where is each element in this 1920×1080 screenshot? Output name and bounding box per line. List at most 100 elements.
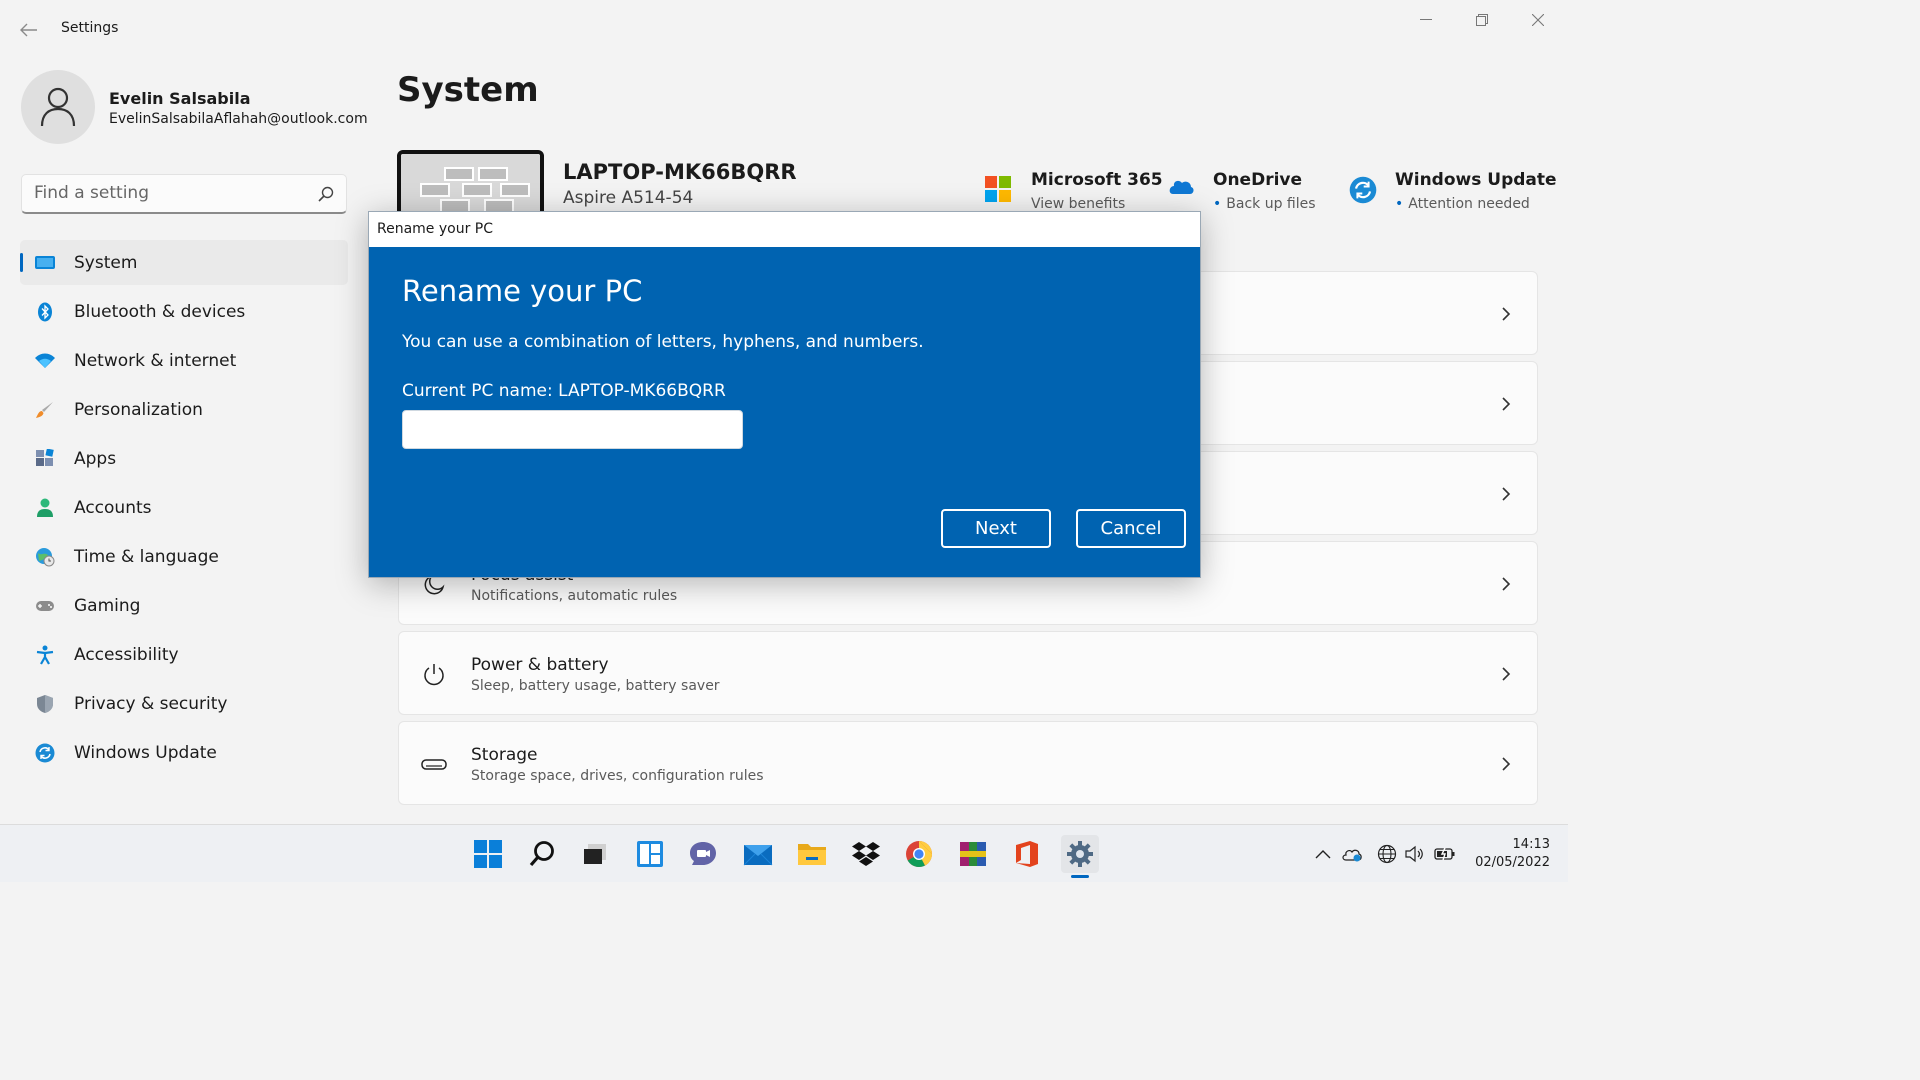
next-button[interactable]: Next bbox=[941, 509, 1051, 548]
sidebar-item-time-language[interactable]: Time & language bbox=[20, 534, 348, 579]
apps-icon bbox=[35, 448, 55, 469]
quick-link-subtitle: View benefits bbox=[1031, 196, 1126, 212]
gamepad-icon bbox=[35, 596, 55, 616]
sidebar-item-gaming[interactable]: Gaming bbox=[20, 583, 348, 628]
sidebar-item-label: Bluetooth & devices bbox=[74, 301, 246, 322]
app-title: Settings bbox=[61, 20, 119, 36]
sidebar-item-accounts[interactable]: Accounts bbox=[20, 485, 348, 530]
quick-link-microsoft-365[interactable]: Microsoft 365 View benefits bbox=[985, 170, 1163, 212]
card-subtitle: Notifications, automatic rules bbox=[471, 588, 678, 604]
back-arrow-icon[interactable] bbox=[14, 16, 44, 44]
update-icon bbox=[35, 743, 55, 763]
settings-card-power-battery[interactable]: Power & battery Sleep, battery usage, ba… bbox=[398, 631, 1538, 715]
language-globe-icon[interactable] bbox=[1376, 844, 1398, 864]
close-button[interactable] bbox=[1515, 6, 1561, 34]
sidebar-item-label: Windows Update bbox=[74, 742, 217, 763]
new-pc-name-input[interactable] bbox=[403, 411, 742, 448]
device-model: Aspire A514-54 bbox=[563, 188, 694, 208]
sidebar-item-windows-update[interactable]: Windows Update bbox=[20, 730, 348, 775]
clock-time: 14:13 bbox=[1512, 837, 1550, 852]
status-dot: • bbox=[1213, 196, 1222, 212]
bluetooth-icon bbox=[35, 302, 55, 322]
quick-link-title: OneDrive bbox=[1213, 170, 1303, 190]
chevron-right-icon bbox=[1502, 487, 1511, 501]
user-email: EvelinSalsabilaAflahah@outlook.com bbox=[109, 111, 368, 127]
sidebar-item-privacy[interactable]: Privacy & security bbox=[20, 681, 348, 726]
mail-icon[interactable] bbox=[739, 835, 777, 873]
chevron-right-icon bbox=[1502, 577, 1511, 591]
user-name: Evelin Salsabila bbox=[109, 89, 251, 108]
dialog-description: You can use a combination of letters, hy… bbox=[402, 332, 924, 352]
search-box[interactable] bbox=[21, 174, 347, 214]
new-pc-name-field[interactable] bbox=[402, 410, 743, 449]
sidebar-item-accessibility[interactable]: Accessibility bbox=[20, 632, 348, 677]
globe-clock-icon bbox=[35, 547, 55, 567]
sidebar-item-label: Network & internet bbox=[74, 350, 237, 371]
onedrive-cloud-icon bbox=[1167, 176, 1195, 204]
start-icon[interactable] bbox=[469, 835, 507, 873]
sidebar-item-label: Accessibility bbox=[74, 644, 179, 665]
chevron-right-icon bbox=[1502, 397, 1511, 411]
restore-button[interactable] bbox=[1459, 6, 1505, 34]
sidebar-item-apps[interactable]: Apps bbox=[20, 436, 348, 481]
title-bar: Settings bbox=[0, 0, 1568, 60]
quick-link-title: Windows Update bbox=[1395, 170, 1557, 190]
drive-icon bbox=[421, 752, 447, 778]
sidebar-item-label: Accounts bbox=[74, 497, 152, 518]
onedrive-sync-icon[interactable] bbox=[1341, 844, 1363, 864]
shield-icon bbox=[35, 694, 55, 714]
file-explorer-icon[interactable] bbox=[793, 835, 831, 873]
quick-link-subtitle: • Attention needed bbox=[1395, 196, 1530, 212]
card-subtitle: Storage space, drives, configuration rul… bbox=[471, 768, 764, 784]
settings-card-storage[interactable]: Storage Storage space, drives, configura… bbox=[398, 721, 1538, 805]
brush-icon bbox=[35, 400, 55, 420]
page-title: System bbox=[397, 70, 539, 110]
quick-link-onedrive[interactable]: OneDrive • Back up files bbox=[1167, 170, 1316, 212]
speaker-icon[interactable] bbox=[1403, 844, 1425, 864]
widgets-icon[interactable] bbox=[631, 835, 669, 873]
microsoft-logo-icon bbox=[985, 176, 1013, 204]
taskbar-clock[interactable]: 14:13 02/05/2022 bbox=[1475, 836, 1550, 872]
search-icon[interactable] bbox=[318, 186, 334, 206]
card-title: Power & battery bbox=[471, 655, 609, 675]
current-pc-name-label: Current PC name: LAPTOP-MK66BQRR bbox=[402, 381, 726, 401]
dropbox-icon[interactable] bbox=[847, 835, 885, 873]
quick-link-windows-update[interactable]: Windows Update • Attention needed bbox=[1349, 170, 1557, 212]
chrome-icon[interactable] bbox=[900, 835, 938, 873]
chevron-up-icon[interactable] bbox=[1312, 844, 1334, 864]
chevron-right-icon bbox=[1502, 307, 1511, 321]
sidebar-item-label: Time & language bbox=[74, 546, 219, 567]
dialog-heading: Rename your PC bbox=[402, 274, 643, 308]
chevron-right-icon bbox=[1502, 667, 1511, 681]
wifi-icon bbox=[35, 351, 55, 371]
card-subtitle: Sleep, battery usage, battery saver bbox=[471, 678, 720, 694]
chevron-right-icon bbox=[1502, 757, 1511, 771]
search-icon[interactable] bbox=[523, 835, 561, 873]
battery-icon[interactable] bbox=[1434, 844, 1456, 864]
taskbar: 14:13 02/05/2022 bbox=[0, 824, 1568, 882]
avatar[interactable] bbox=[21, 70, 95, 144]
sidebar-item-label: Privacy & security bbox=[74, 693, 228, 714]
search-input[interactable] bbox=[34, 175, 304, 211]
rename-pc-dialog: Rename your PC Rename your PC You can us… bbox=[368, 211, 1201, 578]
device-thumbnail bbox=[397, 150, 544, 220]
sidebar-item-system[interactable]: System bbox=[20, 240, 348, 285]
sidebar-item-label: Personalization bbox=[74, 399, 203, 420]
card-title: Storage bbox=[471, 745, 538, 765]
update-icon bbox=[1349, 176, 1377, 204]
sidebar-item-personalization[interactable]: Personalization bbox=[20, 387, 348, 432]
sidebar-item-network[interactable]: Network & internet bbox=[20, 338, 348, 383]
settings-icon[interactable] bbox=[1061, 835, 1099, 873]
monitor-icon bbox=[35, 253, 55, 273]
cancel-button[interactable]: Cancel bbox=[1076, 509, 1186, 548]
minimize-button[interactable] bbox=[1403, 6, 1449, 34]
task-view-icon[interactable] bbox=[576, 835, 614, 873]
chat-icon[interactable] bbox=[684, 835, 722, 873]
clock-date: 02/05/2022 bbox=[1475, 855, 1550, 870]
winrar-icon[interactable] bbox=[954, 835, 992, 873]
active-app-indicator bbox=[1071, 875, 1089, 878]
office-icon[interactable] bbox=[1008, 835, 1046, 873]
sidebar-item-label: System bbox=[74, 252, 138, 273]
sidebar-item-bluetooth[interactable]: Bluetooth & devices bbox=[20, 289, 348, 334]
device-name: LAPTOP-MK66BQRR bbox=[563, 160, 797, 184]
